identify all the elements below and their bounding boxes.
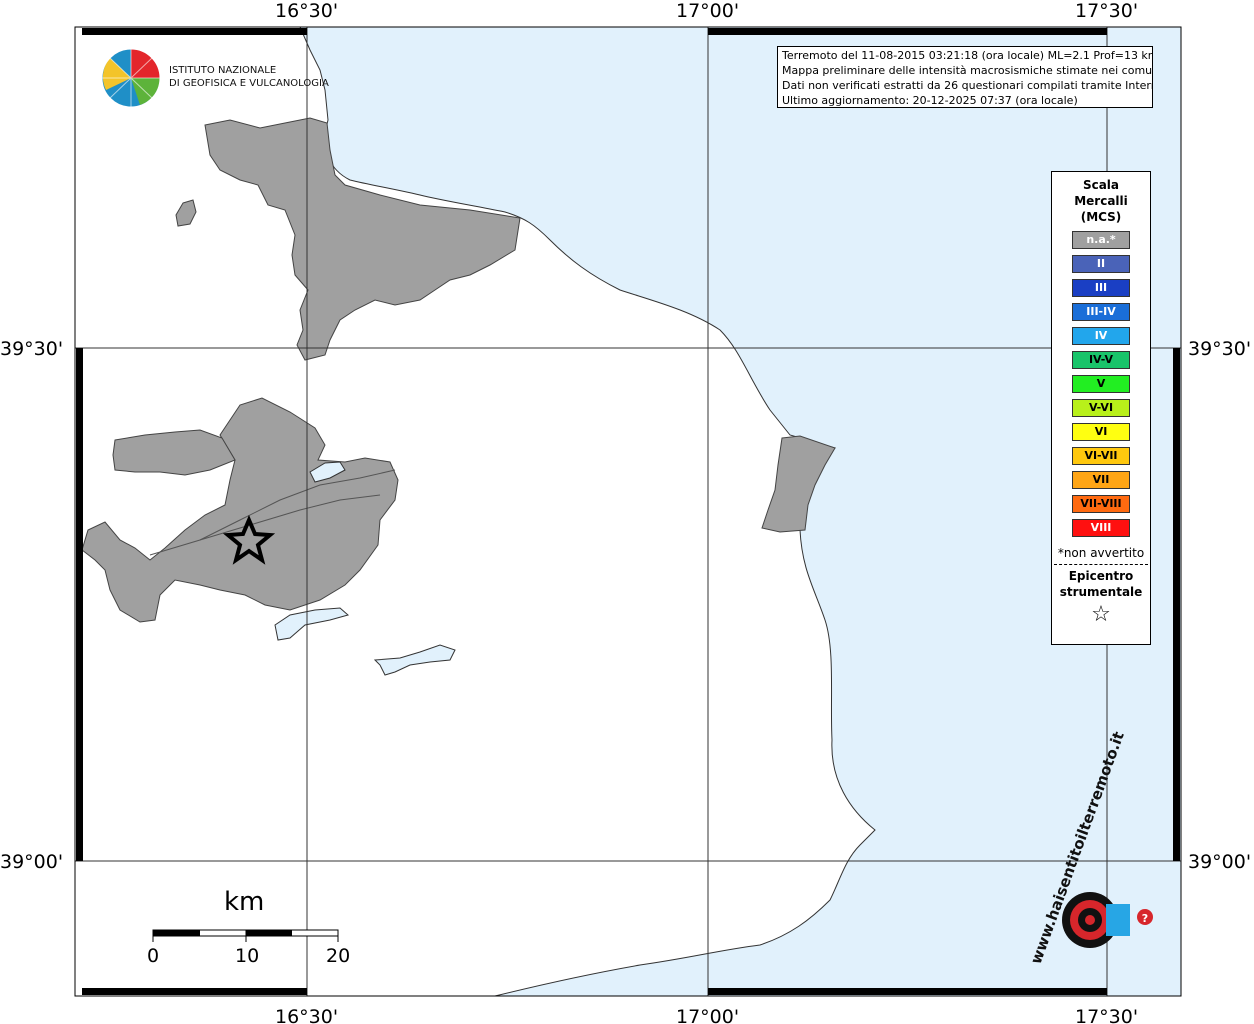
scale-tick-20: 20 [326,945,351,967]
legend-title: Scala Mercalli (MCS) [1052,177,1150,225]
legend-swatch: VI-VII [1072,447,1130,465]
legend-swatch: II [1072,255,1130,273]
epicenter-legend-label: Epicentro strumentale [1052,568,1150,600]
legend-title-line3: (MCS) [1080,210,1122,224]
right-label-2: 39°00' [1188,851,1251,873]
institute-name-line1: ISTITUTO NAZIONALE [169,65,277,76]
epicenter-legend-line2: strumentale [1059,585,1143,599]
legend-swatch: VI [1072,423,1130,441]
legend-swatch: IV-V [1072,351,1130,369]
right-label-1: 39°30' [1188,338,1251,360]
epicenter-star-icon: ☆ [1091,602,1111,627]
intensity-legend: Scala Mercalli (MCS) n.a.* II III III-IV IV I… [1051,171,1151,645]
legend-swatch: n.a.* [1072,231,1130,249]
bottom-label-1: 16°30' [275,1006,338,1024]
bottom-label-3: 17°30' [1075,1006,1138,1024]
institute-name-line2: DI GEOFISICA E VULCANOLOGIA [169,78,329,89]
legend-title-line1: Scala [1082,178,1120,192]
legend-swatches: n.a.* II III III-IV IV IV-V V V-VI VI VI-VII VII VI… [1052,231,1150,537]
svg-text:?: ? [1142,912,1148,925]
legend-swatch: IV [1072,327,1130,345]
institute-name: ISTITUTO NAZIONALE DI GEOFISICA E VULCAN… [169,64,329,90]
legend-swatch: III [1072,279,1130,297]
scale-unit: km [224,887,265,917]
legend-note: *non avvertito [1057,546,1145,560]
ingv-logo-icon [101,48,161,108]
scale-tick-0: 0 [147,945,160,967]
event-info-line1: Terremoto del 11-08-2015 03:21:18 (ora l… [782,49,1153,62]
event-info-line4: Ultimo aggiornamento: 20-12-2025 07:37 (… [782,94,1078,107]
legend-title-line2: Mercalli [1074,194,1128,208]
top-label-1: 16°30' [275,0,338,22]
bottom-label-2: 17°00' [676,1006,739,1024]
top-label-2: 17°00' [676,0,739,22]
top-label-3: 17°30' [1075,0,1138,22]
legend-swatch: VII-VIII [1072,495,1130,513]
left-label-2: 39°00' [0,851,63,873]
legend-swatch: VII [1072,471,1130,489]
legend-swatch: V-VI [1072,399,1130,417]
scale-tick-10: 10 [235,945,260,967]
legend-swatch: VIII [1072,519,1130,537]
legend-swatch: III-IV [1072,303,1130,321]
legend-separator [1054,564,1148,565]
event-info-line2: Mappa preliminare delle intensità macros… [782,64,1153,77]
legend-swatch: V [1072,375,1130,393]
epicenter-legend-line1: Epicentro [1068,569,1134,583]
event-info-line3: Dati non verificati estratti da 26 quest… [782,79,1153,92]
event-info-box: Terremoto del 11-08-2015 03:21:18 (ora l… [777,46,1153,108]
left-label-1: 39°30' [0,338,63,360]
